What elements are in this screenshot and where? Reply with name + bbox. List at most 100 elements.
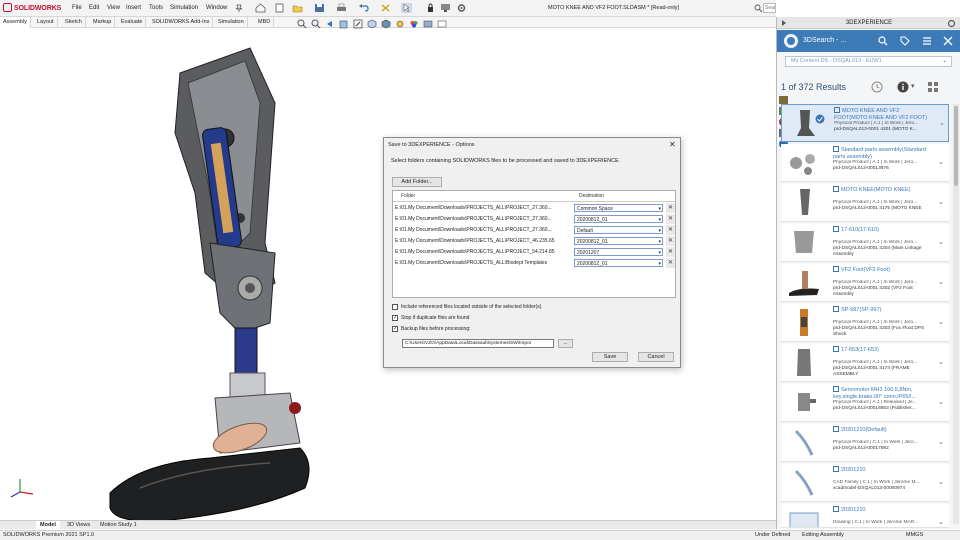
tab-assembly[interactable]: Assembly [0,17,31,28]
result-title[interactable]: MOTO KNEE AND VF2 FOOT(MOTO KNEE AND VF2… [834,107,934,121]
chevron-down-icon[interactable]: ⌄ [938,198,944,206]
row-destination-select[interactable]: Common Space ▾ [574,204,663,212]
remove-row-icon[interactable]: ✕ [666,247,675,257]
view-settings-icon[interactable] [437,19,447,29]
cancel-button[interactable]: Cancel [638,352,674,362]
menu-icon[interactable] [922,36,932,46]
remove-row-icon[interactable]: ✕ [666,225,675,235]
backup-files-checkbox[interactable]: ✓ [392,326,398,332]
row-destination-select[interactable]: 20201207 ▾ [574,248,663,256]
list-item[interactable]: Standard parts assembly(Standard parts a… [781,144,949,182]
pin-icon[interactable] [235,4,243,12]
table-row[interactable]: E:\01.My Document\Downloads\PROJECTS_ALL… [393,203,675,213]
tab-motion-study[interactable]: Motion Study 1 [96,521,141,530]
table-row[interactable]: E:\01.My Document\Downloads\PROJECTS_ALL… [393,247,675,257]
new-document-icon[interactable] [274,3,285,13]
results-scrollbar[interactable] [953,104,959,524]
chevron-down-icon[interactable]: ⌄ [938,158,944,166]
home-icon[interactable] [255,3,266,13]
menu-window[interactable]: Window [206,5,227,11]
remove-row-icon[interactable]: ✕ [666,203,675,213]
view-orientation-icon[interactable] [367,19,377,29]
section-view-icon[interactable] [339,19,349,29]
result-title[interactable]: 20201210 [833,506,933,514]
menu-tools[interactable]: Tools [149,5,163,11]
remove-row-icon[interactable]: ✕ [666,214,675,224]
edit-appearance-icon[interactable] [409,19,419,29]
save-button[interactable]: Save [592,352,628,362]
tab-mbd[interactable]: MBD [255,17,275,28]
table-row[interactable]: E:\01.My Document\Downloads\PROJECTS_ALL… [393,225,675,235]
status-units[interactable]: MMGS [906,532,923,538]
list-item[interactable]: VF2 Foot(VF2 Foot) Physical Product | A.… [781,264,949,302]
undo-icon[interactable] [358,3,369,13]
chevron-down-icon[interactable]: ⌄ [938,318,944,326]
result-title[interactable]: 17-610(17-610) [833,226,933,234]
result-title[interactable]: MOTO KNEE(MOTO KNEE) [833,186,933,194]
list-item[interactable]: MOTO KNEE AND VF2 FOOT(MOTO KNEE AND VF2… [781,104,949,142]
menu-insert[interactable]: Insert [126,5,141,11]
save-icon[interactable] [314,3,325,13]
info-icon[interactable] [897,81,909,93]
include-referenced-checkbox[interactable] [392,304,398,310]
list-item[interactable]: SP-997(SP-997) Physical Product | A.1 | … [781,304,949,342]
table-row[interactable]: E:\01.My Document\Downloads\PROJECTS_ALL… [393,236,675,246]
display-style-icon[interactable] [381,19,391,29]
apply-scene-icon[interactable] [423,19,433,29]
tab-model[interactable]: Model [36,521,60,530]
row-destination-select[interactable]: Default ▾ [574,226,663,234]
3d-model-prosthetic-knee-foot[interactable] [100,43,340,523]
list-item[interactable]: 17-653(17-653) Physical Product | A.1 | … [781,344,949,382]
3dsearch-compass-icon[interactable] [783,33,799,49]
tab-sketch[interactable]: Sketch [62,17,86,28]
add-folder-button[interactable]: Add Folder... [392,177,442,187]
search-commands-input[interactable] [763,3,776,13]
menu-edit[interactable]: Edit [89,5,99,11]
display-icon[interactable] [440,3,451,13]
rebuild-icon[interactable] [380,3,391,13]
solidworks-logo[interactable]: SOLIDWORKS [3,3,61,12]
stop-duplicates-checkbox[interactable]: ✓ [392,315,398,321]
result-title[interactable]: SP-997(SP-997) [833,306,933,314]
info-dropdown-icon[interactable]: ▾ [911,82,915,90]
row-destination-select[interactable]: 20200812_01 ▾ [574,215,663,223]
list-item[interactable]: 20201210 Drawing | C.1 | In Work | Jerom… [781,504,949,528]
list-item[interactable]: 17-610(17-610) Physical Product | A.1 | … [781,224,949,262]
list-item[interactable]: 20201210 CAD Family | C.1 | In Work | Je… [781,464,949,502]
row-destination-select[interactable]: 20200812_01 ▾ [574,259,663,267]
chevron-down-icon[interactable]: ⌄ [938,478,944,486]
chevron-down-icon[interactable]: ⌄ [938,518,944,526]
select-pointer-icon[interactable] [401,3,412,13]
result-title[interactable]: 17-653(17-653) [833,346,933,354]
menu-file[interactable]: File [72,5,82,11]
previous-view-icon[interactable] [325,19,335,29]
result-title[interactable]: VF2 Foot(VF2 Foot) [833,266,933,274]
tab-markup[interactable]: Markup [90,17,116,28]
tab-simulation[interactable]: Simulation [215,17,248,28]
result-title[interactable]: Servomotor MH3 100.5,8Nm, key,single,bra… [833,386,933,400]
tab-layout[interactable]: Layout [34,17,58,28]
table-row[interactable]: E:\01.My Document\Downloads\PROJECTS_ALL… [393,214,675,224]
search-icon[interactable] [878,36,888,46]
result-title[interactable]: 20201210(Default) [833,426,933,434]
result-title[interactable]: Standard parts assembly(Standard parts a… [833,146,933,160]
menu-view[interactable]: View [107,5,120,11]
chevron-down-icon[interactable]: ⌄ [939,119,945,127]
browse-button[interactable]: ... [558,339,573,348]
chevron-down-icon[interactable]: ⌄ [938,398,944,406]
panel-arrow-icon[interactable] [780,19,788,27]
tag-icon[interactable] [900,36,910,46]
chevron-down-icon[interactable]: ⌄ [938,238,944,246]
folder-icon[interactable] [779,96,788,104]
tab-solidworks-addins[interactable]: SOLIDWORKS Add-Ins [149,17,214,28]
row-destination-select[interactable]: 20200812_01 ▾ [574,237,663,245]
remove-row-icon[interactable]: ✕ [666,258,675,268]
zoom-to-fit-icon[interactable] [297,19,307,29]
dialog-close-button[interactable]: ✕ [669,140,676,149]
result-title[interactable]: 20201210 [833,466,933,474]
list-item[interactable]: 20201210(Default) Physical Product | C.1… [781,424,949,462]
menu-simulation[interactable]: Simulation [170,5,198,11]
scrollbar-thumb[interactable] [954,106,958,186]
print-icon[interactable] [336,3,347,13]
history-clock-icon[interactable] [871,81,883,93]
